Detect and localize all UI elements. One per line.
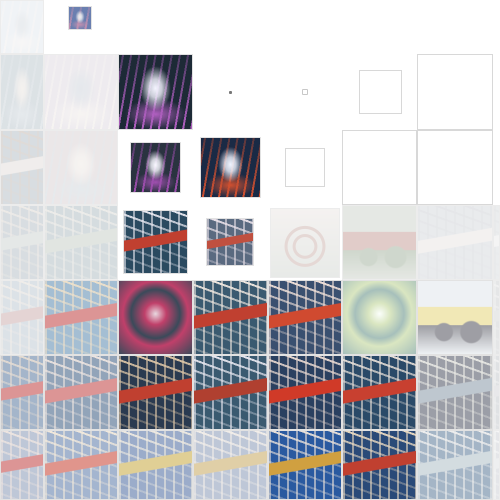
tile-r3-c0 (0, 205, 44, 280)
tile-r5-c1 (44, 355, 118, 430)
tile-texture (269, 281, 341, 354)
tile-r6-c2 (118, 430, 193, 500)
tile-r1-c0 (0, 54, 44, 130)
tile-r4-c6 (417, 280, 493, 355)
tile-texture (494, 206, 499, 279)
tile-r0-c1-tiny (68, 6, 92, 30)
tile-texture (119, 55, 192, 129)
tile-texture (45, 281, 117, 354)
tile-r1-c5-empty (359, 70, 402, 114)
tile-texture (1, 356, 43, 429)
tile-texture (1, 206, 43, 279)
tile-texture (45, 55, 117, 129)
tile-texture (1, 431, 43, 499)
tile-texture (1, 1, 43, 53)
tile-texture (271, 209, 339, 277)
tile-r3-c4 (270, 208, 340, 278)
tile-r1-c6-empty (417, 54, 493, 130)
tile-r6-c4 (268, 430, 342, 500)
tile-r2-c6-empty (417, 130, 493, 205)
tile-r1-c1 (44, 54, 118, 130)
tile-r5-c3 (193, 355, 268, 430)
tile-r5-c0 (0, 355, 44, 430)
tile-r5-c5 (342, 355, 417, 430)
marker-square (302, 89, 308, 95)
tile-r5-c6 (417, 355, 493, 430)
tile-texture (494, 281, 499, 354)
tile-texture (45, 206, 117, 279)
tile-r4-c5 (342, 280, 417, 355)
tile-r6-c7 (493, 430, 500, 500)
tile-r2-c1 (44, 130, 118, 205)
tile-texture (45, 431, 117, 499)
tile-texture (194, 356, 267, 429)
tile-r2-c4-empty (285, 148, 325, 187)
tile-r3-c1 (44, 205, 118, 280)
tile-r4-c1 (44, 280, 118, 355)
tile-r5-c7 (493, 355, 500, 430)
tile-texture (1, 55, 43, 129)
tile-texture (343, 281, 416, 354)
tile-r0-c0 (0, 0, 44, 54)
tile-r6-c5 (342, 430, 417, 500)
tile-texture (124, 211, 187, 273)
tile-texture (119, 356, 192, 429)
tile-texture (45, 131, 117, 204)
tile-r4-c2 (118, 280, 193, 355)
tile-texture (1, 131, 43, 204)
marker-dot (229, 91, 232, 94)
tile-texture (494, 431, 499, 499)
tile-r2-c3-small (200, 137, 261, 198)
tile-texture (45, 356, 117, 429)
tile-r3-c6 (417, 205, 493, 280)
tile-texture (119, 281, 192, 354)
tile-texture (343, 356, 416, 429)
image-grid (0, 0, 500, 500)
tile-texture (343, 431, 416, 499)
tile-texture (207, 219, 253, 265)
tile-texture (201, 138, 260, 197)
tile-texture (269, 431, 341, 499)
tile-r4-c3 (193, 280, 268, 355)
tile-r5-c2 (118, 355, 193, 430)
tile-texture (131, 143, 180, 192)
tile-texture (343, 206, 416, 279)
tile-r6-c0 (0, 430, 44, 500)
tile-texture (194, 431, 267, 499)
tile-texture (418, 356, 492, 429)
tile-r3-c2-small (123, 210, 188, 274)
tile-r2-c2-small (130, 142, 181, 193)
tile-r4-c7 (493, 280, 500, 355)
tile-r2-c5-empty (342, 130, 417, 205)
tile-texture (69, 7, 91, 29)
tile-r6-c6 (417, 430, 493, 500)
tile-texture (418, 206, 492, 279)
tile-r5-c4 (268, 355, 342, 430)
tile-r3-c3-small (206, 218, 254, 266)
tile-r4-c0 (0, 280, 44, 355)
tile-texture (194, 281, 267, 354)
tile-r6-c3 (193, 430, 268, 500)
tile-texture (1, 281, 43, 354)
tile-r3-c7 (493, 205, 500, 280)
tile-r6-c1 (44, 430, 118, 500)
tile-r4-c4 (268, 280, 342, 355)
tile-r1-c2 (118, 54, 193, 130)
tile-r2-c0 (0, 130, 44, 205)
tile-texture (494, 356, 499, 429)
tile-r3-c5 (342, 205, 417, 280)
tile-texture (418, 431, 492, 499)
tile-texture (418, 281, 492, 354)
tile-texture (269, 356, 341, 429)
tile-texture (119, 431, 192, 499)
